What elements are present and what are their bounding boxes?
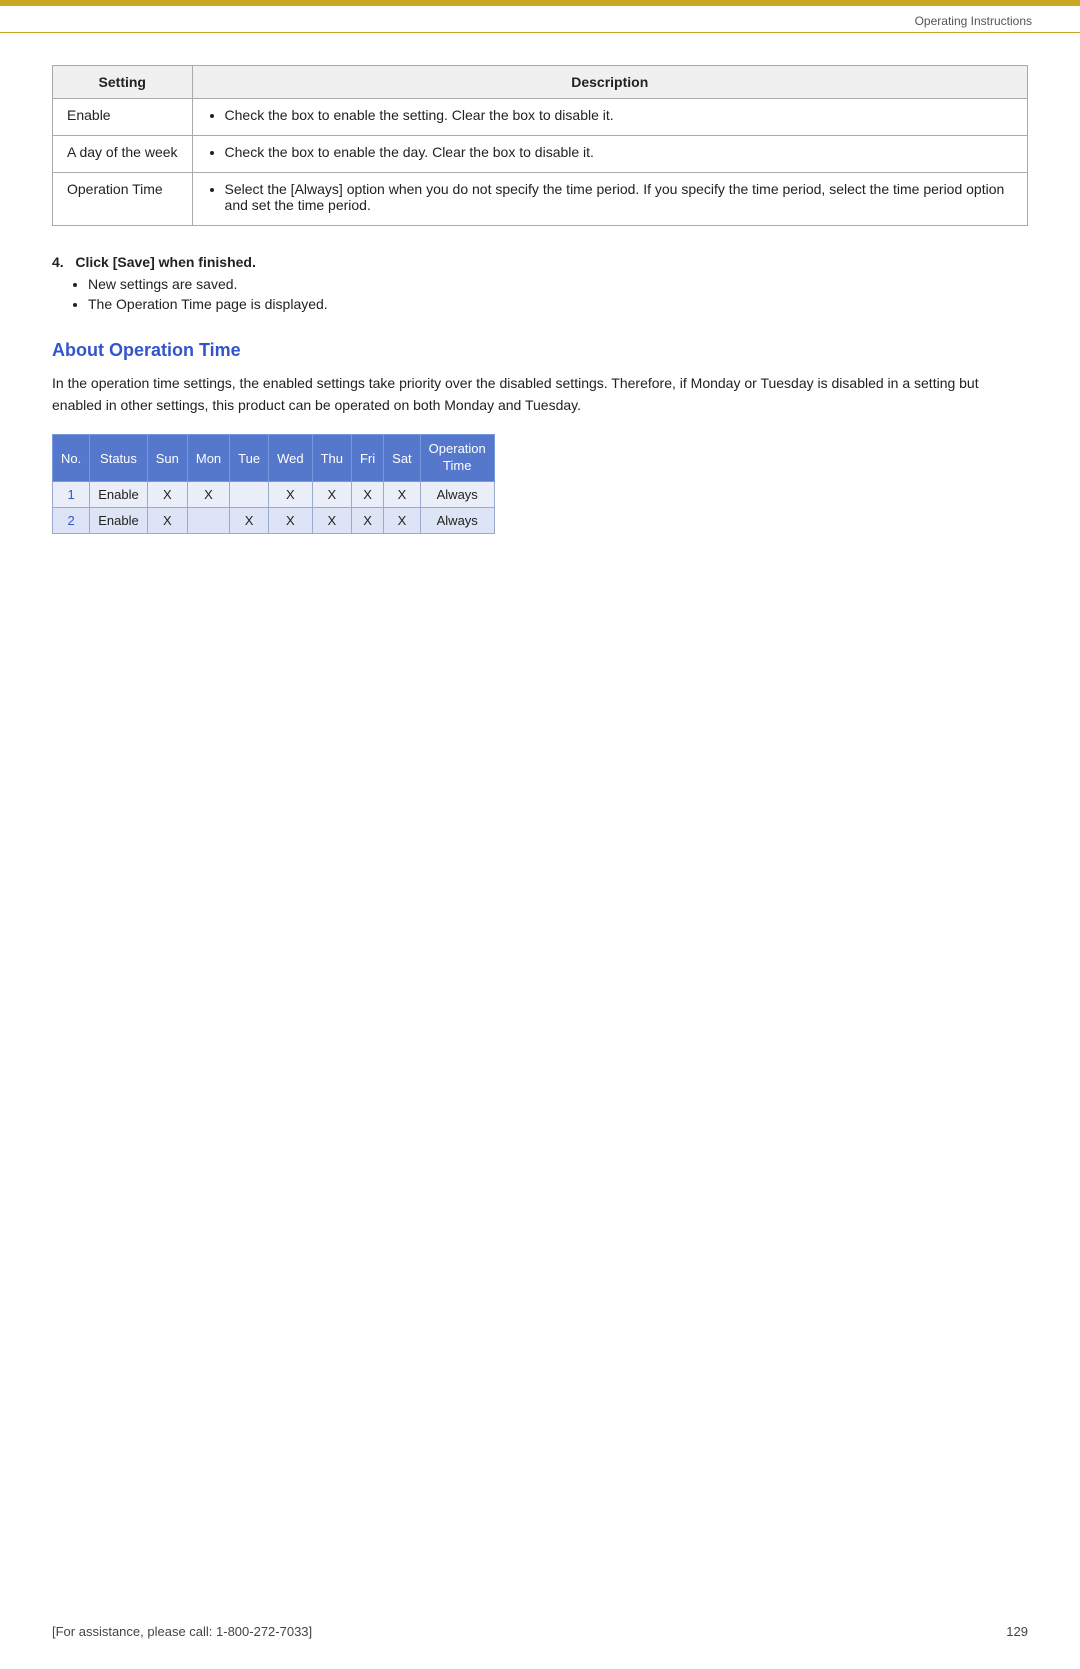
op-row2-sun: X [147, 508, 187, 534]
step4-bullet-1: New settings are saved. [88, 276, 1028, 292]
op-row2-status: Enable [90, 508, 147, 534]
op-row1-optime: Always [420, 482, 494, 508]
footer: [For assistance, please call: 1-800-272-… [0, 1624, 1080, 1639]
setting-optime-label: Operation Time [53, 173, 193, 226]
op-col-mon: Mon [187, 435, 229, 482]
op-row2-optime: Always [420, 508, 494, 534]
op-row1-no[interactable]: 1 [53, 482, 90, 508]
about-heading: About Operation Time [52, 340, 1028, 361]
op-row2-sat: X [384, 508, 421, 534]
op-row2-thu: X [312, 508, 351, 534]
operation-time-table: No. Status Sun Mon Tue Wed Thu Fri Sat O… [52, 434, 495, 534]
about-section: About Operation Time In the operation ti… [52, 340, 1028, 534]
step4-bullets: New settings are saved. The Operation Ti… [52, 276, 1028, 312]
op-row1-fri: X [351, 482, 383, 508]
col-setting-header: Setting [53, 66, 193, 99]
op-col-thu: Thu [312, 435, 351, 482]
setting-optime-desc: Select the [Always] option when you do n… [192, 173, 1027, 226]
op-row2-no[interactable]: 2 [53, 508, 90, 534]
op-col-optime: OperationTime [420, 435, 494, 482]
table-row: Enable Check the box to enable the setti… [53, 99, 1028, 136]
about-paragraph: In the operation time settings, the enab… [52, 373, 1028, 416]
op-table-row-1: 1 Enable X X X X X X Always [53, 482, 495, 508]
setting-day-label: A day of the week [53, 136, 193, 173]
op-row1-sun: X [147, 482, 187, 508]
setting-enable-desc: Check the box to enable the setting. Cle… [192, 99, 1027, 136]
op-row2-fri: X [351, 508, 383, 534]
step4-section: 4. Click [Save] when finished. New setti… [52, 254, 1028, 312]
op-row1-status: Enable [90, 482, 147, 508]
step4-label: 4. Click [Save] when finished. [52, 254, 1028, 270]
footer-assistance: [For assistance, please call: 1-800-272-… [52, 1624, 312, 1639]
header-area: Operating Instructions [0, 6, 1080, 33]
op-col-no: No. [53, 435, 90, 482]
table-row: A day of the week Check the box to enabl… [53, 136, 1028, 173]
op-col-wed: Wed [269, 435, 313, 482]
op-col-tue: Tue [230, 435, 269, 482]
op-table-row-2: 2 Enable X X X X X X Always [53, 508, 495, 534]
op-row1-tue [230, 482, 269, 508]
step4-instruction: Click [Save] when finished. [75, 254, 256, 270]
op-row1-thu: X [312, 482, 351, 508]
op-col-fri: Fri [351, 435, 383, 482]
op-row2-wed: X [269, 508, 313, 534]
op-col-status: Status [90, 435, 147, 482]
step4-number: 4. [52, 254, 64, 270]
footer-page-number: 129 [1006, 1624, 1028, 1639]
setting-day-desc: Check the box to enable the day. Clear t… [192, 136, 1027, 173]
op-row1-mon: X [187, 482, 229, 508]
op-row1-sat: X [384, 482, 421, 508]
settings-table: Setting Description Enable Check the box… [52, 65, 1028, 226]
setting-enable-label: Enable [53, 99, 193, 136]
op-row2-tue: X [230, 508, 269, 534]
table-row: Operation Time Select the [Always] optio… [53, 173, 1028, 226]
main-content: Setting Description Enable Check the box… [0, 33, 1080, 634]
col-description-header: Description [192, 66, 1027, 99]
header-title: Operating Instructions [915, 14, 1032, 28]
op-row2-mon [187, 508, 229, 534]
op-col-sat: Sat [384, 435, 421, 482]
step4-bullet-2: The Operation Time page is displayed. [88, 296, 1028, 312]
op-col-sun: Sun [147, 435, 187, 482]
op-row1-wed: X [269, 482, 313, 508]
